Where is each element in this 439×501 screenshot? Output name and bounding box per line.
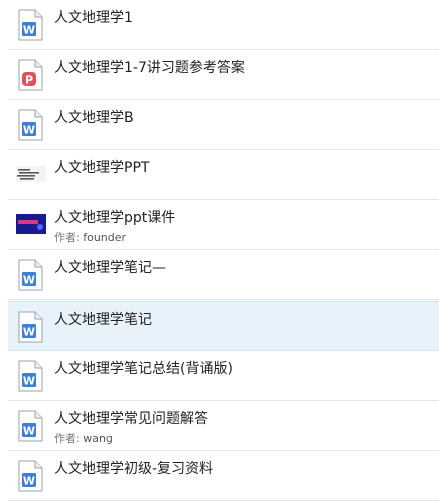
word-doc-icon: W (16, 259, 44, 291)
svg-text:W: W (23, 124, 35, 137)
document-row[interactable]: P 人文地理学1-7讲习题参考答案 (8, 50, 439, 100)
svg-text:P: P (25, 74, 33, 87)
document-title: 人文地理学ppt课件 (54, 210, 176, 226)
document-row[interactable]: W 人文地理学笔记 (8, 301, 439, 351)
document-title: 人文地理学笔记总结(背诵版) (54, 361, 233, 377)
ppt-thumbnail (16, 162, 46, 186)
author-name: wang (83, 432, 113, 445)
svg-text:W: W (23, 475, 35, 488)
document-title: 人文地理学B (54, 110, 134, 126)
document-title: 人文地理学1 (54, 10, 133, 26)
document-title: 人文地理学笔记 (54, 312, 152, 328)
document-row[interactable]: W 人文地理学初级-复习资料 (8, 451, 439, 501)
document-row[interactable]: W 人文地理学笔记总结(背诵版) (8, 351, 439, 401)
document-author: 作者: founder (54, 229, 126, 245)
document-row[interactable]: W 人文地理学1 (8, 0, 439, 50)
document-row[interactable]: 人文地理学ppt课件 作者: founder (8, 200, 439, 250)
document-row[interactable]: W 人文地理学常见问题解答 作者: wang (8, 401, 439, 451)
word-doc-icon: W (16, 109, 44, 141)
document-row[interactable]: W 人文地理学笔记— (8, 250, 439, 300)
document-title: 人文地理学常见问题解答 (54, 411, 208, 427)
word-doc-icon: W (16, 410, 44, 442)
word-doc-icon: W (16, 460, 44, 492)
document-author: 作者: wang (54, 430, 113, 446)
word-doc-icon: W (16, 311, 44, 343)
document-row[interactable]: W 人文地理学B (8, 100, 439, 150)
document-title: 人文地理学1-7讲习题参考答案 (54, 60, 245, 76)
document-title: 人文地理学笔记— (54, 260, 166, 276)
word-doc-icon: W (16, 360, 44, 392)
ppt-cover-thumbnail (16, 212, 46, 236)
author-label: 作者: (54, 231, 80, 244)
svg-text:W: W (23, 326, 35, 339)
author-name: founder (83, 231, 127, 244)
svg-text:W: W (23, 375, 35, 388)
document-title: 人文地理学初级-复习资料 (54, 461, 214, 477)
document-row[interactable]: 人文地理学PPT (8, 150, 439, 200)
svg-text:W: W (23, 24, 35, 37)
svg-text:W: W (23, 425, 35, 438)
svg-text:W: W (23, 274, 35, 287)
word-doc-icon: W (16, 9, 44, 41)
document-title: 人文地理学PPT (54, 160, 150, 176)
pdf-doc-icon: P (16, 59, 44, 91)
author-label: 作者: (54, 432, 80, 445)
